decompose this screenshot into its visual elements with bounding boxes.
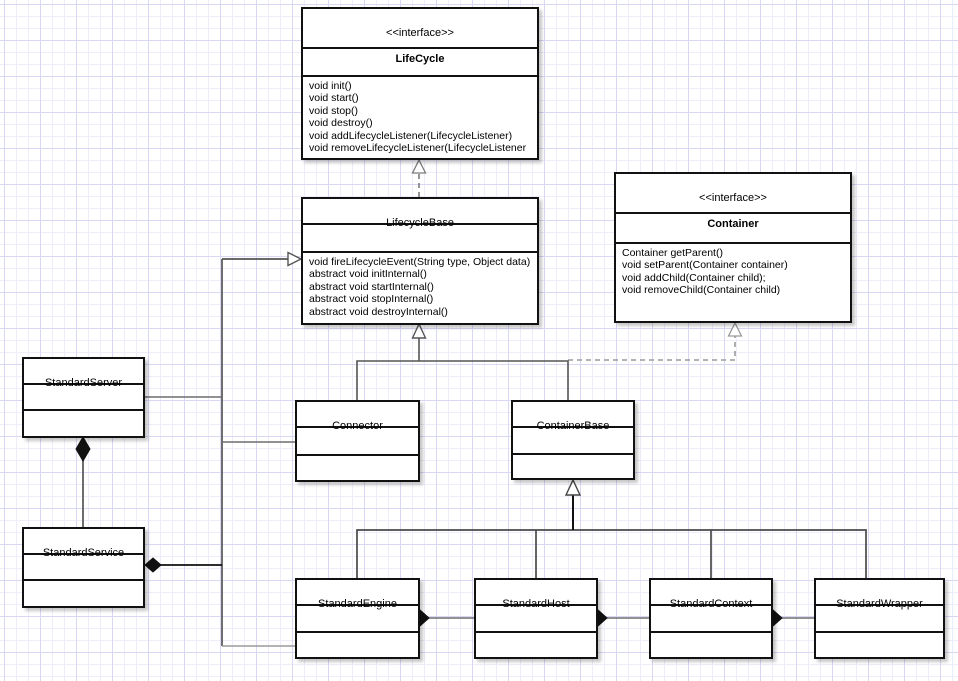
stereotype-label: <<interface>> <box>386 27 454 39</box>
class-box-standard-engine[interactable]: StandardEngine <box>295 578 420 659</box>
operations-compartment-standard-service <box>24 581 143 606</box>
class-box-container[interactable]: <<interface>> Container Container getPar… <box>614 172 852 323</box>
attributes-compartment-connector <box>297 428 418 456</box>
attributes-compartment-standard-engine <box>297 606 418 633</box>
operations-compartment-standard-host <box>476 633 596 657</box>
edge-standardengine-composes-standardhost <box>410 609 474 627</box>
operations-compartment-lifecycle: void init() void start() void stop() voi… <box>309 80 527 155</box>
uml-diagram-canvas: <<interface>> LifeCycle void init() void… <box>0 0 958 681</box>
class-box-connector[interactable]: Connector <box>295 400 420 482</box>
operations-compartment-standard-engine <box>297 633 418 657</box>
class-box-container-base[interactable]: ContainerBase <box>511 400 635 480</box>
attributes-compartment-standard-wrapper <box>816 606 943 633</box>
class-box-standard-wrapper[interactable]: StandardWrapper <box>814 578 945 659</box>
attributes-compartment-standard-host <box>476 606 596 633</box>
class-header-container-base: ContainerBase <box>513 402 633 432</box>
operations-compartment-container-base <box>513 455 633 478</box>
class-box-standard-context[interactable]: StandardContext <box>649 578 773 659</box>
class-box-standard-server[interactable]: StandardServer <box>22 357 145 438</box>
class-header-standard-host: StandardHost <box>476 580 596 610</box>
edge-standardhost-composes-standardcontext <box>588 609 649 627</box>
class-box-lifecycle[interactable]: <<interface>> LifeCycle void init() void… <box>301 7 539 160</box>
operations-compartment-standard-wrapper <box>816 633 943 657</box>
class-header-lifecycle-base: LifecycleBase <box>303 199 537 229</box>
class-header-container: <<interface>> Container <box>616 174 850 230</box>
attributes-compartment-lifecycle <box>303 49 537 77</box>
attributes-compartment-lifecycle-base <box>303 225 537 253</box>
operations-compartment-lifecycle-base: void fireLifecycleEvent(String type, Obj… <box>309 256 531 318</box>
class-box-standard-service[interactable]: StandardService <box>22 527 145 608</box>
edge-lifecyclebase-implements-lifecycle <box>411 158 427 197</box>
class-header-standard-context: StandardContext <box>651 580 771 610</box>
stereotype-label: <<interface>> <box>699 192 767 204</box>
class-box-standard-host[interactable]: StandardHost <box>474 578 598 659</box>
edge-connector-containerbase-extends-lifecyclebase <box>356 322 569 400</box>
edge-containerbase-implements-container <box>568 321 743 361</box>
operations-compartment-container: Container getParent() void setParent(Con… <box>622 247 788 297</box>
attributes-compartment-standard-context <box>651 606 771 633</box>
class-header-standard-service: StandardService <box>24 529 143 559</box>
edge-left-trunk-extends-lifecyclebase <box>145 251 303 647</box>
diamond-standardservice <box>144 557 162 573</box>
class-header-connector: Connector <box>297 402 418 432</box>
class-header-standard-wrapper: StandardWrapper <box>816 580 943 610</box>
attributes-compartment-container-base <box>513 428 633 455</box>
attributes-compartment-standard-server <box>24 385 143 411</box>
class-header-standard-server: StandardServer <box>24 359 143 389</box>
operations-compartment-connector <box>297 456 418 480</box>
attributes-compartment-container <box>616 214 850 244</box>
class-header-standard-engine: StandardEngine <box>297 580 418 610</box>
edge-standardserver-composes-standardservice <box>75 436 91 527</box>
attributes-compartment-standard-service <box>24 555 143 581</box>
edge-standard-children-extend-containerbase <box>356 478 867 578</box>
operations-compartment-standard-context <box>651 633 771 657</box>
class-box-lifecycle-base[interactable]: LifecycleBase void fireLifecycleEvent(St… <box>301 197 539 325</box>
class-header-lifecycle: <<interface>> LifeCycle <box>303 9 537 65</box>
operations-compartment-standard-server <box>24 411 143 436</box>
